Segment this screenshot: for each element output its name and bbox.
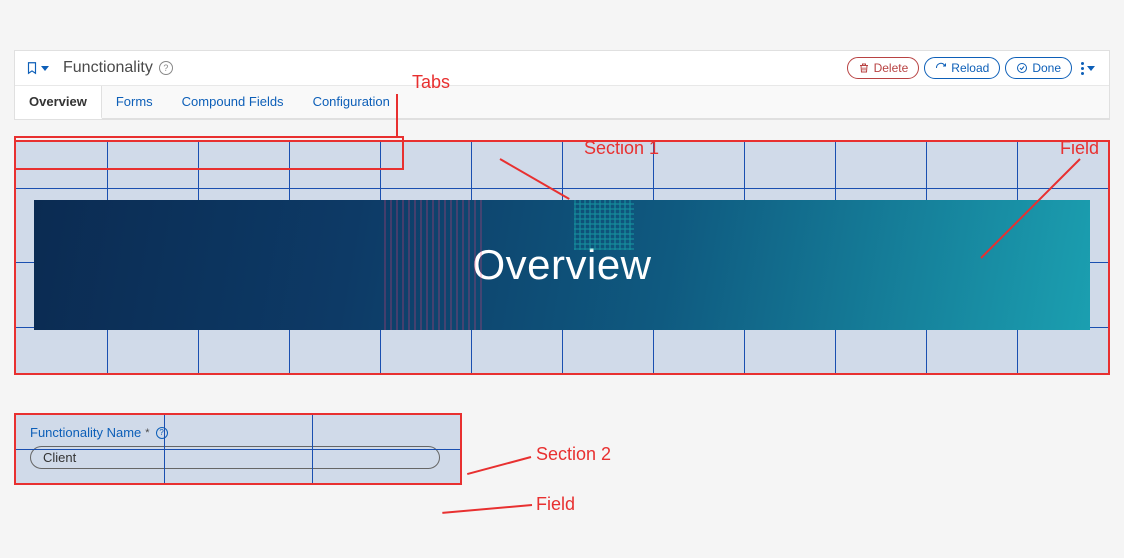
reload-label: Reload bbox=[951, 61, 989, 75]
tab-label: Compound Fields bbox=[182, 94, 284, 109]
overview-banner: Overview bbox=[34, 200, 1090, 330]
delete-label: Delete bbox=[874, 61, 909, 75]
tab-overview[interactable]: Overview bbox=[15, 86, 102, 119]
tab-label: Configuration bbox=[313, 94, 390, 109]
annotation-section-2: Section 2 bbox=[536, 444, 611, 465]
tab-configuration[interactable]: Configuration bbox=[299, 86, 405, 118]
section-1: Overview bbox=[14, 140, 1110, 375]
page-header: Functionality ? Delete Reload Done bbox=[15, 51, 1109, 86]
banner-decoration bbox=[574, 200, 634, 250]
tab-label: Overview bbox=[29, 94, 87, 109]
page-title-text: Functionality bbox=[63, 59, 153, 77]
layout-grid-2 bbox=[16, 415, 460, 483]
annotation-field-2: Field bbox=[536, 494, 575, 515]
more-menu[interactable] bbox=[1077, 62, 1099, 75]
page-title: Functionality ? bbox=[63, 59, 173, 77]
check-icon bbox=[1016, 62, 1028, 74]
bookmark-dropdown[interactable] bbox=[25, 60, 49, 76]
tab-compound-fields[interactable]: Compound Fields bbox=[168, 86, 299, 118]
trash-icon bbox=[858, 62, 870, 74]
annotation-line bbox=[467, 456, 531, 475]
chevron-down-icon bbox=[1087, 66, 1095, 71]
done-button[interactable]: Done bbox=[1005, 57, 1072, 79]
tabs: Overview Forms Compound Fields Configura… bbox=[15, 86, 1109, 119]
kebab-icon bbox=[1081, 62, 1084, 75]
header-right: Delete Reload Done bbox=[847, 57, 1099, 79]
done-label: Done bbox=[1032, 61, 1061, 75]
header-left: Functionality ? bbox=[25, 59, 173, 77]
tab-label: Forms bbox=[116, 94, 153, 109]
reload-icon bbox=[935, 62, 947, 74]
chevron-down-icon bbox=[41, 66, 49, 71]
annotation-line bbox=[442, 504, 532, 514]
section-2: Functionality Name * ? bbox=[14, 413, 462, 485]
layout-grid-1: Overview bbox=[14, 140, 1110, 375]
bookmark-icon bbox=[25, 60, 39, 76]
app-window: Functionality ? Delete Reload Done bbox=[14, 50, 1110, 120]
delete-button[interactable]: Delete bbox=[847, 57, 920, 79]
tab-forms[interactable]: Forms bbox=[102, 86, 168, 118]
banner-decoration bbox=[384, 200, 484, 330]
reload-button[interactable]: Reload bbox=[924, 57, 1000, 79]
help-icon[interactable]: ? bbox=[159, 61, 173, 75]
